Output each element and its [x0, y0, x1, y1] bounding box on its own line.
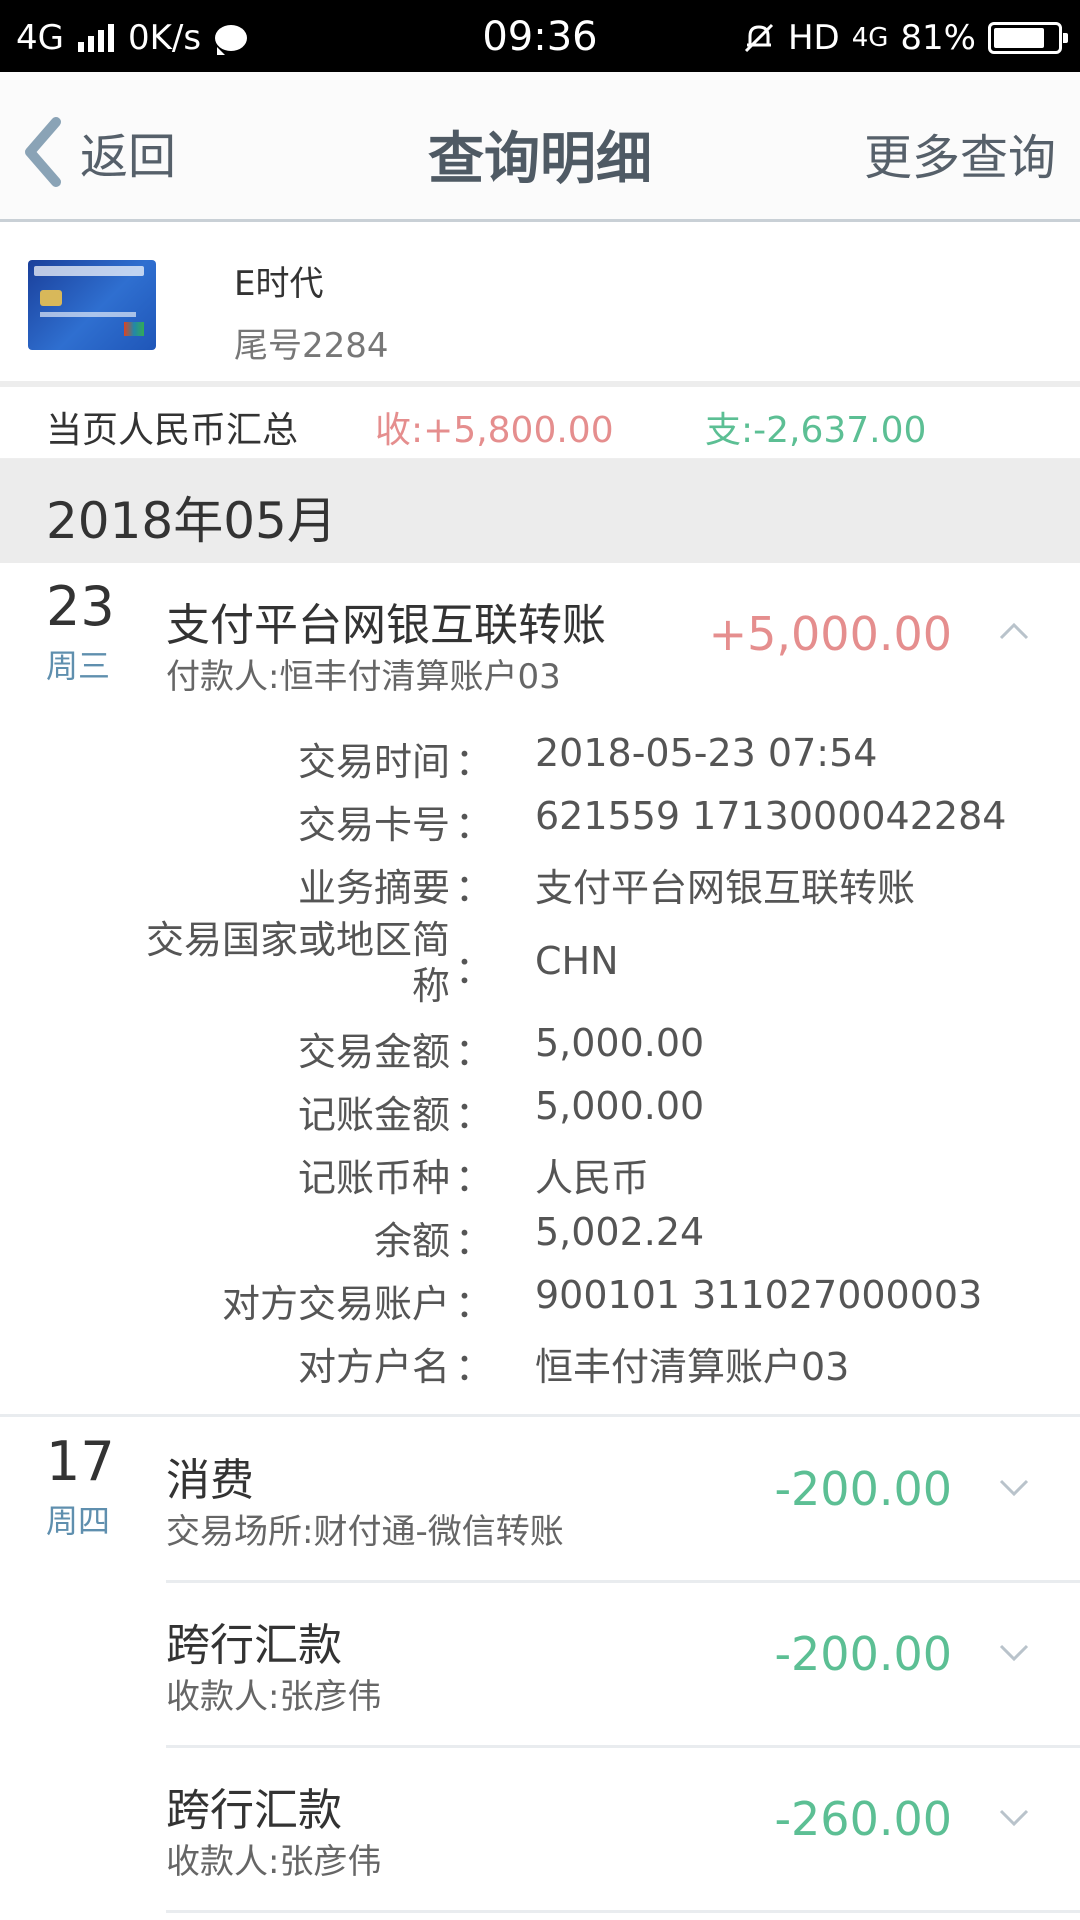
summary-income: 收:+5,800.00 [375, 410, 614, 451]
divider [166, 1910, 1080, 1913]
chevron-down-icon[interactable] [998, 1808, 1030, 1828]
month-header: 2018年05月 [0, 459, 1080, 563]
txn-day: 17 [46, 1430, 115, 1493]
detail-value: 900101 311027000003 [535, 1273, 983, 1317]
chevron-down-icon[interactable] [998, 1478, 1030, 1498]
detail-row: 余额 ： 5,002.24 [0, 1210, 1080, 1270]
summary-expense: 支:-2,637.00 [705, 410, 927, 451]
detail-row: 对方户名 ： 恒丰付清算账户03 [0, 1336, 1080, 1396]
detail-colon: ： [455, 1030, 494, 1074]
battery-icon [988, 22, 1068, 54]
detail-label: 对方户名 [297, 1345, 450, 1389]
detail-colon: ： [455, 803, 494, 847]
detail-colon: ： [455, 1345, 494, 1389]
detail-value: 5,002.24 [535, 1210, 705, 1254]
detail-label: 交易时间 [297, 740, 450, 784]
status-right: HD 4G 81% [742, 18, 1068, 58]
nav-bar: 返回 查询明细 更多查询 [0, 72, 1080, 222]
transaction-row[interactable]: 23 周三 支付平台网银互联转账 付款人:恒丰付清算账户03 +5,000.00… [0, 563, 1080, 1418]
hd-indicator: HD [787, 18, 840, 58]
txn-title: 跨行汇款 [166, 1785, 342, 1836]
txn-weekday: 周三 [46, 647, 111, 685]
detail-label: 记账币种 [297, 1156, 450, 1200]
transaction-row[interactable]: 跨行汇款 收款人:张彦伟 -200.00 [0, 1583, 1080, 1748]
summary-label: 当页人民币汇总 [46, 410, 299, 451]
detail-value: 人民币 [535, 1156, 650, 1200]
page-summary: 当页人民币汇总 收:+5,800.00 支:-2,637.00 [0, 387, 1080, 459]
detail-colon: ： [455, 740, 494, 784]
card-info[interactable]: E时代 尾号2284 [0, 222, 1080, 387]
chevron-up-icon[interactable] [998, 621, 1030, 641]
more-query-button[interactable]: 更多查询 [864, 118, 1056, 188]
txn-subtitle: 收款人:张彦伟 [166, 1842, 382, 1882]
detail-row: 交易时间 ： 2018-05-23 07:54 [0, 731, 1080, 791]
detail-value: 支付平台网银互联转账 [535, 866, 916, 910]
detail-value: 621559 1713000042284 [535, 794, 1007, 838]
detail-label: 业务摘要 [297, 866, 450, 910]
detail-colon: ： [455, 948, 494, 992]
txn-amount: +5,000.00 [708, 607, 952, 661]
txn-amount: -200.00 [774, 1627, 952, 1681]
transaction-row[interactable]: 17 周四 消费 交易场所:财付通-微信转账 -200.00 [0, 1418, 1080, 1583]
detail-colon: ： [455, 1156, 494, 1200]
detail-row: 业务摘要 ： 支付平台网银互联转账 [0, 857, 1080, 917]
network-type-right: 4G [851, 23, 889, 53]
txn-title: 支付平台网银互联转账 [166, 600, 606, 651]
detail-colon: ： [455, 1282, 494, 1326]
chevron-down-icon[interactable] [998, 1643, 1030, 1663]
txn-title: 消费 [166, 1455, 254, 1506]
detail-colon: ： [455, 866, 494, 910]
txn-amount: -200.00 [774, 1462, 952, 1516]
transaction-row[interactable]: 跨行汇款 收款人:张彦伟 -260.00 [0, 1748, 1080, 1913]
detail-value: 5,000.00 [535, 1084, 705, 1128]
status-bar: 4G 0K/s 09:36 HD 4G 81% [0, 0, 1080, 72]
detail-label: 余额 [373, 1219, 450, 1263]
detail-row: 交易金额 ： 5,000.00 [0, 1021, 1080, 1081]
txn-weekday: 周四 [46, 1502, 111, 1540]
txn-subtitle: 付款人:恒丰付清算账户03 [166, 657, 561, 697]
bell-off-icon [742, 21, 776, 55]
detail-row: 记账币种 ： 人民币 [0, 1147, 1080, 1207]
card-name: E时代 [234, 264, 324, 304]
bank-card-image [28, 260, 156, 350]
txn-subtitle: 收款人:张彦伟 [166, 1677, 382, 1717]
detail-row: 记账金额 ： 5,000.00 [0, 1084, 1080, 1144]
detail-label: 记账金额 [297, 1093, 450, 1137]
detail-colon: ： [455, 1093, 494, 1137]
detail-label: 对方交易账户 [221, 1282, 450, 1326]
detail-value: 恒丰付清算账户03 [535, 1345, 850, 1389]
detail-colon: ： [455, 1219, 494, 1263]
detail-row: 交易卡号 ： 621559 1713000042284 [0, 794, 1080, 854]
detail-label: 交易国家或地区简称 [145, 918, 450, 1008]
detail-value: CHN [535, 939, 619, 983]
card-tail-number: 尾号2284 [234, 326, 389, 366]
detail-row: 对方交易账户 ： 900101 311027000003 [0, 1273, 1080, 1333]
txn-title: 跨行汇款 [166, 1620, 342, 1671]
txn-amount: -260.00 [774, 1792, 952, 1846]
detail-label: 交易卡号 [297, 803, 450, 847]
txn-subtitle: 交易场所:财付通-微信转账 [166, 1512, 564, 1552]
divider [0, 1414, 1080, 1417]
detail-value: 2018-05-23 07:54 [535, 731, 878, 775]
detail-row: 交易国家或地区简称 ： CHN [0, 917, 1080, 1009]
detail-label: 交易金额 [297, 1030, 450, 1074]
txn-day: 23 [46, 575, 115, 638]
detail-value: 5,000.00 [535, 1021, 705, 1065]
battery-percent: 81% [900, 18, 976, 58]
